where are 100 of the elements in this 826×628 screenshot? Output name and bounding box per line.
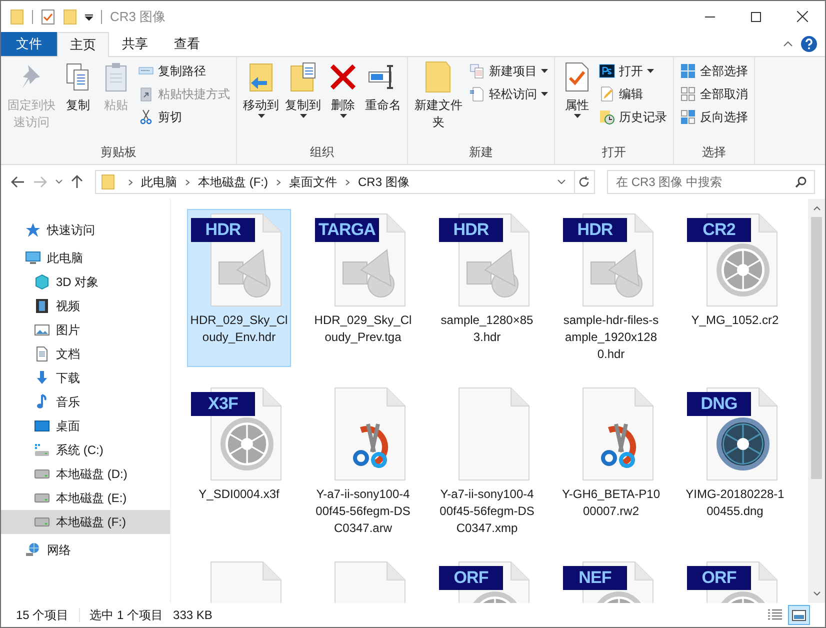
sidebar-item[interactable]: 视频 — [1, 294, 170, 318]
file-type-badge: X3F — [191, 392, 255, 416]
file-item[interactable]: NEF — [559, 557, 663, 603]
chevron-right-icon[interactable] — [128, 178, 133, 186]
breadcrumb-item[interactable]: 桌面文件 — [289, 173, 337, 191]
view-button[interactable] — [788, 605, 810, 625]
breadcrumb-item[interactable]: 本地磁盘 (F:) — [198, 173, 268, 191]
file-item[interactable]: TARGA HDR_029_Sky_Cloudy_Prev.tga — [311, 209, 415, 367]
clock-folder-icon — [599, 109, 615, 125]
checkmark-document-icon[interactable] — [41, 8, 55, 24]
chevron-down-icon[interactable] — [557, 179, 566, 185]
file-item[interactable]: Y-a7-ii-sony100-400f45-56fegm-DSC0347.arw — [311, 383, 415, 541]
file-item[interactable]: HDR sample-hdr-files-sample_1920x1280.hdr — [559, 209, 663, 367]
file-item[interactable]: DNG YIMG-20180228-100455.dng — [683, 383, 787, 541]
ribbon-tab[interactable]: 共享 — [109, 32, 161, 56]
sidebar-item[interactable]: 此电脑 — [1, 246, 170, 270]
ribbon-button[interactable]: 反向选择 — [680, 107, 748, 127]
ribbon-button[interactable]: 重命名 — [362, 57, 404, 114]
ribbon-button[interactable]: 复制到 — [282, 57, 324, 118]
sidebar-item[interactable]: 3D 对象 — [1, 270, 170, 294]
ribbon-tab[interactable]: 查看 — [161, 32, 213, 56]
chevron-right-icon[interactable] — [345, 178, 350, 186]
ribbon-button[interactable]: 属性 — [558, 57, 596, 118]
file-item[interactable]: Y-a7-ii-sony100-400f45-56fegm-DSC0347.xmp — [435, 383, 539, 541]
collapse-ribbon-icon[interactable] — [783, 41, 793, 47]
sidebar-item[interactable]: 桌面 — [1, 414, 170, 438]
file-name: HDR_029_Sky_Cloudy_Prev.tga — [313, 312, 413, 346]
ribbon-button[interactable]: 删除 — [324, 57, 362, 118]
scroll-down-icon[interactable] — [812, 591, 820, 596]
file-item[interactable]: HDR sample_1280×853.hdr — [435, 209, 539, 367]
grid-icon — [680, 63, 696, 79]
breadcrumb-item[interactable]: CR3 图像 — [358, 173, 410, 191]
sidebar-item[interactable]: 快速访问 — [1, 218, 170, 242]
up-arrow-icon[interactable] — [71, 175, 83, 189]
sidebar-item[interactable]: 本地磁盘 (E:) — [1, 486, 170, 510]
file-item[interactable]: ORF — [435, 557, 539, 603]
sidebar-item[interactable]: 下载 — [1, 366, 170, 390]
sidebar-item[interactable]: 音乐 — [1, 390, 170, 414]
scroll-bar[interactable] — [808, 199, 825, 603]
file-item[interactable]: ORF — [683, 557, 787, 603]
back-arrow-icon[interactable] — [11, 176, 25, 188]
file-tab[interactable]: 文件 — [1, 32, 57, 56]
selection-size: 333 KB — [173, 607, 212, 624]
file-type-badge: HDR — [191, 218, 255, 242]
folder-icon — [101, 174, 115, 190]
scissors-icon — [138, 109, 154, 125]
ribbon-button[interactable]: 全部选择 — [680, 61, 748, 81]
file-type-badge: HDR — [563, 218, 627, 242]
grid-outline-icon — [680, 86, 696, 102]
ribbon-button[interactable]: 全部取消 — [680, 84, 748, 104]
scroll-up-icon[interactable] — [812, 206, 820, 211]
maximize-icon[interactable] — [751, 12, 761, 22]
ribbon-button[interactable]: 复制 — [59, 57, 97, 114]
chevron-down-icon[interactable] — [55, 179, 63, 185]
ribbon-button[interactable]: 轻松访问 — [469, 84, 548, 104]
monitor-icon — [25, 250, 41, 266]
file-name: sample-hdr-files-sample_1920x1280.hdr — [562, 312, 660, 363]
file-type-badge: CR2 — [687, 218, 751, 242]
ribbon-button[interactable]: 剪切 — [138, 107, 230, 127]
selection-count: 选中 1 个项目 — [90, 607, 164, 624]
film-icon — [34, 298, 50, 314]
ribbon-button[interactable]: 复制路径 — [138, 61, 230, 81]
system-drive-icon — [34, 442, 50, 458]
search-field[interactable]: 在 CR3 图像 中搜索 — [607, 170, 815, 194]
chevron-right-icon[interactable] — [276, 178, 281, 186]
sidebar-item[interactable]: 网络 — [1, 538, 170, 562]
caret-icon — [541, 69, 548, 73]
ribbon-button[interactable]: 新建文件夹 — [411, 57, 466, 131]
star-icon — [25, 222, 41, 238]
cube-icon — [34, 274, 50, 290]
item-count: 15 个项目 — [16, 607, 69, 624]
ribbon-button[interactable]: 新建项目 — [469, 61, 548, 81]
ribbon-button[interactable]: 打开 — [599, 61, 667, 81]
dropdown-icon[interactable] — [85, 12, 93, 20]
file-item[interactable]: CR2 Y_MG_1052.cr2 — [683, 209, 787, 367]
file-item[interactable]: X3F Y_SDI0004.x3f — [187, 383, 291, 541]
sidebar-item[interactable]: 本地磁盘 (D:) — [1, 462, 170, 486]
file-item[interactable]: HDR HDR_029_Sky_Cloudy_Env.hdr — [187, 209, 291, 367]
sidebar-item[interactable]: 系统 (C:) — [1, 438, 170, 462]
chevron-right-icon[interactable] — [185, 178, 190, 186]
file-type-badge: NEF — [563, 566, 627, 590]
close-icon[interactable] — [796, 11, 808, 22]
picture-icon — [34, 322, 50, 338]
ribbon-button[interactable]: 移动到 — [240, 57, 282, 118]
sidebar-item[interactable]: 图片 — [1, 318, 170, 342]
refresh-icon[interactable] — [579, 176, 590, 188]
ribbon-tab[interactable]: 主页 — [57, 32, 109, 57]
search-icon[interactable] — [795, 176, 807, 188]
ribbon-group-label: 剪贴板 — [100, 144, 138, 161]
address-field[interactable]: 此电脑 本地磁盘 (F:) 桌面文件 CR3 图像 — [95, 170, 575, 194]
breadcrumb-item[interactable]: 此电脑 — [141, 173, 177, 191]
scroll-thumb[interactable] — [811, 217, 822, 479]
ribbon-group-label: 组织 — [309, 144, 335, 161]
ribbon-button[interactable]: 历史记录 — [599, 107, 667, 127]
ribbon-button[interactable]: 编辑 — [599, 84, 667, 104]
sidebar-item[interactable]: 文档 — [1, 342, 170, 366]
sidebar-item[interactable]: 本地磁盘 (F:) — [1, 510, 170, 534]
network-globe-icon — [25, 542, 41, 558]
file-item[interactable]: Y-GH6_BETA-P1000007.rw2 — [559, 383, 663, 541]
help-icon[interactable] — [801, 36, 817, 52]
